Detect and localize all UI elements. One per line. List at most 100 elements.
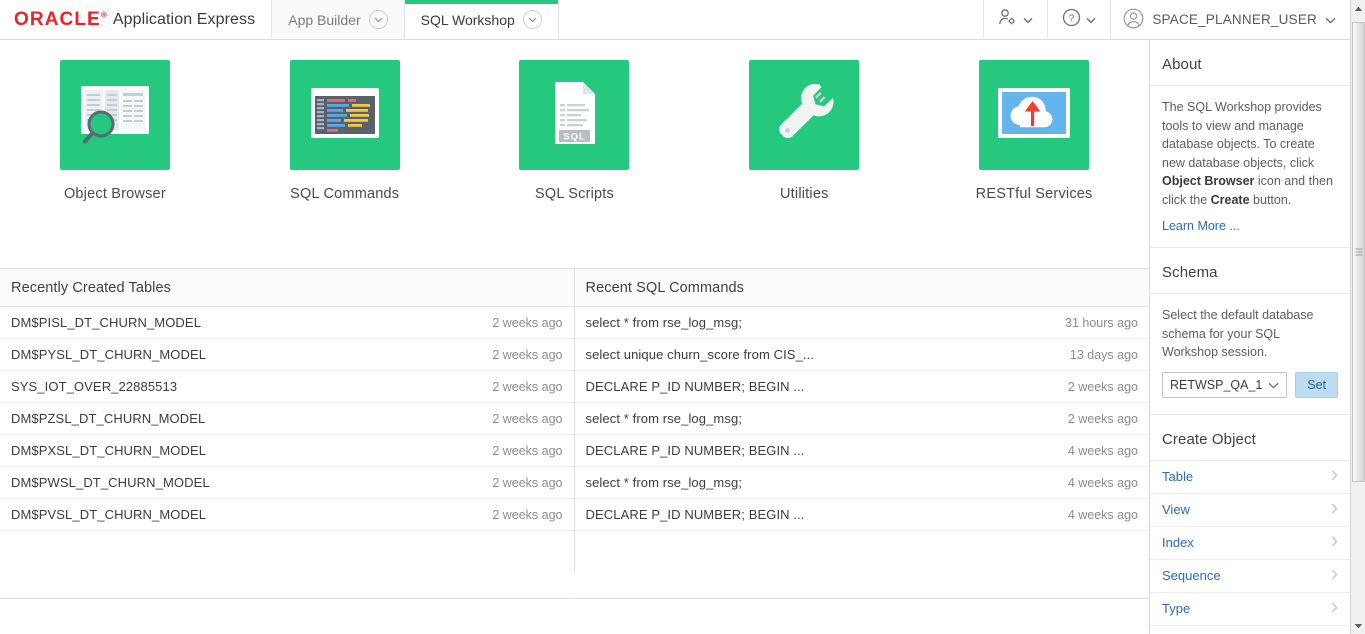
app-header: ORACLE® Application Express App Builder … <box>0 0 1350 40</box>
create-object-label: Type <box>1162 601 1191 616</box>
scroll-up-arrow-icon[interactable] <box>1351 0 1365 17</box>
table-time: 2 weeks ago <box>492 507 563 522</box>
sql-command-time: 4 weeks ago <box>1067 475 1138 490</box>
create-object-item-index[interactable]: Index <box>1150 527 1350 560</box>
svg-text:SQL: SQL <box>564 131 587 142</box>
tab-sql-workshop[interactable]: SQL Workshop <box>404 0 559 39</box>
user-avatar-icon <box>1123 8 1144 32</box>
table-name: DM$PVSL_DT_CHURN_MODEL <box>11 507 207 522</box>
tile-utilities-icon-bg <box>749 60 860 170</box>
sql-command-time: 4 weeks ago <box>1067 507 1138 522</box>
create-object-section-title: Create Object <box>1150 415 1350 461</box>
user-gear-icon <box>998 8 1018 31</box>
schema-set-button[interactable]: Set <box>1295 371 1338 398</box>
sql-command-text: select unique churn_score from CIS_... <box>585 347 815 362</box>
table-row[interactable]: DM$PXSL_DT_CHURN_MODEL 2 weeks ago <box>0 435 574 467</box>
wrench-icon <box>769 78 839 153</box>
sql-command-row[interactable]: select * from rse_log_msg; 4 weeks ago <box>574 467 1149 499</box>
sql-command-row[interactable]: select unique churn_score from CIS_... 1… <box>574 339 1149 371</box>
table-time: 2 weeks ago <box>492 475 563 490</box>
about-section-title: About <box>1150 40 1350 86</box>
help-menu-button[interactable]: ? <box>1048 0 1112 39</box>
create-object-label: Index <box>1162 535 1194 550</box>
schema-select[interactable]: RETWSP_QA_1 <box>1162 371 1288 398</box>
tab-sql-workshop-label: SQL Workshop <box>420 11 515 28</box>
sql-command-row[interactable]: DECLARE P_ID NUMBER; BEGIN ... 2 weeks a… <box>574 371 1149 403</box>
table-row[interactable]: DM$PZSL_DT_CHURN_MODEL 2 weeks ago <box>0 403 574 435</box>
create-object-label: View <box>1162 502 1190 517</box>
oracle-brand-logo[interactable]: ORACLE® Application Express <box>0 0 273 39</box>
page-scrollbar[interactable] <box>1350 0 1365 634</box>
registered-mark-icon: ® <box>100 10 108 20</box>
chevron-down-icon <box>1268 378 1279 392</box>
sql-command-time: 13 days ago <box>1069 347 1138 362</box>
tile-sql-scripts[interactable]: SQL SQL Scripts <box>460 60 690 268</box>
scrollbar-grip-icon <box>1355 247 1362 258</box>
administration-menu-button[interactable] <box>984 0 1049 39</box>
tile-restful-services-icon-bg <box>979 60 1090 170</box>
sql-command-text: DECLARE P_ID NUMBER; BEGIN ... <box>585 443 805 458</box>
sql-command-row[interactable]: select * from rse_log_msg; 2 weeks ago <box>574 403 1149 435</box>
tile-restful-services-label: RESTful Services <box>975 186 1093 202</box>
table-name: DM$PXSL_DT_CHURN_MODEL <box>11 443 207 458</box>
chevron-down-icon <box>1325 12 1336 27</box>
chevron-down-icon[interactable] <box>522 10 542 29</box>
sql-command-time: 4 weeks ago <box>1067 443 1138 458</box>
create-object-item-type[interactable]: Type <box>1150 593 1350 626</box>
table-row[interactable]: DM$PVSL_DT_CHURN_MODEL 2 weeks ago <box>0 499 574 531</box>
commands-panel-footer <box>574 531 1149 599</box>
chevron-down-icon[interactable] <box>368 10 388 29</box>
object-browser-icon <box>75 80 155 151</box>
recently-created-tables-title: Recently Created Tables <box>0 269 574 307</box>
table-time: 2 weeks ago <box>492 379 563 394</box>
schema-controls: RETWSP_QA_1 Set <box>1150 368 1350 414</box>
scrollbar-thumb[interactable] <box>1352 22 1365 482</box>
create-object-item-table[interactable]: Table <box>1150 461 1350 494</box>
sql-commands-icon <box>305 80 385 151</box>
chevron-down-icon <box>1023 11 1033 29</box>
tile-object-browser-icon-bg <box>59 60 170 170</box>
apex-sql-workshop-page: ORACLE® Application Express App Builder … <box>0 0 1365 634</box>
about-bold-object-browser: Object Browser <box>1162 174 1255 188</box>
shortcut-tiles: Object Browser SQL Commands SQL SQL Scri… <box>0 40 1149 268</box>
sql-command-row[interactable]: select * from rse_log_msg; 31 hours ago <box>574 307 1149 339</box>
schema-selected-value: RETWSP_QA_1 <box>1170 377 1263 392</box>
about-bold-create: Create <box>1210 192 1250 207</box>
sql-command-text: DECLARE P_ID NUMBER; BEGIN ... <box>585 507 805 522</box>
table-name: SYS_IOT_OVER_22885513 <box>11 379 178 394</box>
create-object-item-sequence[interactable]: Sequence <box>1150 560 1350 593</box>
chevron-right-icon <box>1331 535 1338 550</box>
sql-command-row[interactable]: DECLARE P_ID NUMBER; BEGIN ... 4 weeks a… <box>574 499 1149 531</box>
learn-more-link[interactable]: Learn More ... <box>1150 215 1350 247</box>
create-object-item-package[interactable]: Package <box>1150 626 1350 634</box>
table-row[interactable]: SYS_IOT_OVER_22885513 2 weeks ago <box>0 371 574 403</box>
tab-app-builder[interactable]: App Builder <box>272 0 405 39</box>
tile-object-browser[interactable]: Object Browser <box>0 60 230 268</box>
sql-command-row[interactable]: DECLARE P_ID NUMBER; BEGIN ... 4 weeks a… <box>574 435 1149 467</box>
tile-sql-commands[interactable]: SQL Commands <box>230 60 460 268</box>
user-menu-button[interactable]: SPACE_PLANNER_USER <box>1111 0 1350 39</box>
chevron-right-icon <box>1331 568 1338 583</box>
recently-created-tables-panel: Recently Created Tables DM$PISL_DT_CHURN… <box>0 269 575 599</box>
tile-sql-commands-icon-bg <box>289 60 400 170</box>
right-sidebar: About The SQL Workshop provides tools to… <box>1150 40 1350 634</box>
product-name: Application Express <box>112 10 256 28</box>
tile-restful-services[interactable]: RESTful Services <box>919 60 1149 268</box>
schema-section-title: Schema <box>1150 248 1350 294</box>
table-time: 2 weeks ago <box>492 347 563 362</box>
svg-text:?: ? <box>1069 12 1075 24</box>
table-row[interactable]: DM$PISL_DT_CHURN_MODEL 2 weeks ago <box>0 307 574 339</box>
table-name: DM$PWSL_DT_CHURN_MODEL <box>11 475 210 490</box>
table-name: DM$PISL_DT_CHURN_MODEL <box>11 315 202 330</box>
chevron-right-icon <box>1331 469 1338 484</box>
about-text-part1: The SQL Workshop provides tools to view … <box>1162 100 1322 170</box>
scroll-down-arrow-icon[interactable] <box>1351 617 1365 634</box>
sql-command-time: 2 weeks ago <box>1067 411 1138 426</box>
sql-command-time: 31 hours ago <box>1065 315 1138 330</box>
table-row[interactable]: DM$PYSL_DT_CHURN_MODEL 2 weeks ago <box>0 339 574 371</box>
create-object-label: Table <box>1162 469 1194 484</box>
create-object-item-view[interactable]: View <box>1150 494 1350 527</box>
table-row[interactable]: DM$PWSL_DT_CHURN_MODEL 2 weeks ago <box>0 467 574 499</box>
tile-utilities[interactable]: Utilities <box>689 60 919 268</box>
table-time: 2 weeks ago <box>492 411 563 426</box>
